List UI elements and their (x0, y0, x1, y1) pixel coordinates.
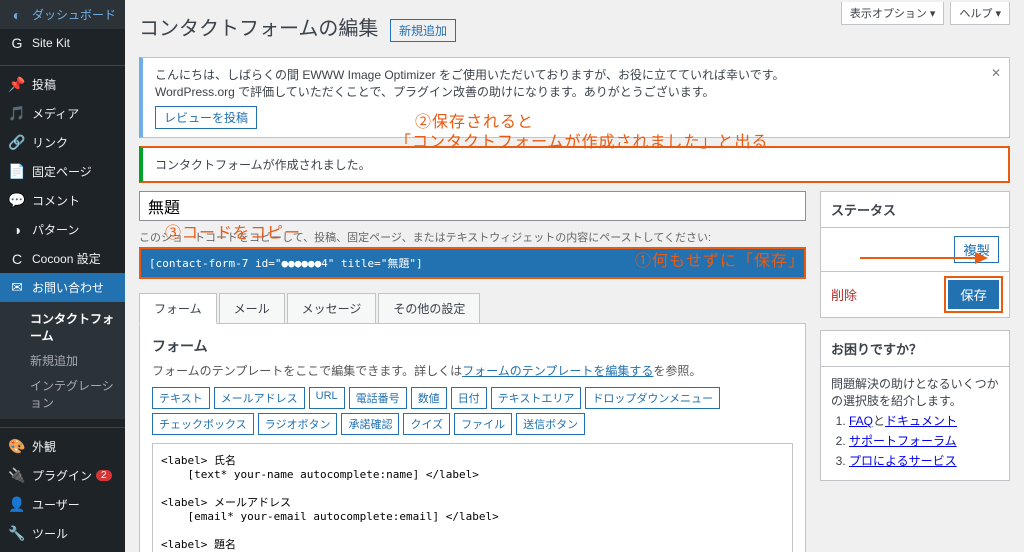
success-notice: コンタクトフォームが作成されました。 (139, 146, 1010, 183)
sidebar-submenu: コンタクトフォーム 新規追加 インテグレーション (0, 302, 125, 419)
help-item-2: サポートフォーラム (849, 432, 999, 449)
wrench-icon: 🔧 (8, 525, 26, 542)
sidebar-item-pages[interactable]: 📄固定ページ (0, 157, 125, 186)
help-tab[interactable]: ヘルプ ▾ (950, 2, 1010, 25)
mail-icon: ✉ (8, 279, 26, 296)
tag-text[interactable]: テキスト (152, 387, 210, 409)
duplicate-button[interactable]: 複製 (954, 236, 999, 263)
tag-radio[interactable]: ラジオボタン (258, 413, 338, 435)
panel-heading: フォーム (152, 336, 793, 356)
plugin-update-badge: 2 (96, 470, 112, 481)
sitekit-icon: G (8, 35, 26, 51)
sidebar-item-plugins[interactable]: 🔌プラグイン2 (0, 461, 125, 490)
admin-sidebar: ◐ダッシュボード GSite Kit 📌投稿 🎵メディア 🔗リンク 📄固定ページ… (0, 0, 125, 552)
tab-messages[interactable]: メッセージ (287, 293, 377, 323)
sidebar-item-dashboard[interactable]: ◐ダッシュボード (0, 0, 125, 29)
help-metabox: お困りですか？ 問題解決の助けとなるいくつかの選択肢を紹介します。 FAQとドキ… (820, 330, 1010, 481)
template-help-link[interactable]: フォームのテンプレートを編集する (462, 364, 653, 378)
save-button[interactable]: 保存 (948, 280, 999, 309)
tab-additional[interactable]: その他の設定 (378, 293, 480, 323)
form-template-editor[interactable] (152, 443, 793, 552)
shortcode-description: このショートコードをコピーして、投稿、固定ページ、またはテキストウィジェットの内… (139, 229, 806, 245)
tag-tel[interactable]: 電話番号 (349, 387, 407, 409)
plugin-icon: 🔌 (8, 467, 26, 484)
sidebar-item-users[interactable]: 👤ユーザー (0, 490, 125, 519)
sidebar-item-tools[interactable]: 🔧ツール (0, 519, 125, 548)
sidebar-item-media[interactable]: 🎵メディア (0, 99, 125, 128)
notice-text-2: WordPress.org で評価していただくことで、プラグイン改善の助けになり… (155, 83, 997, 100)
page-icon: 📄 (8, 163, 26, 180)
user-icon: 👤 (8, 496, 26, 513)
status-metabox: ステータス 複製 削除 保存 (820, 191, 1010, 318)
sidebar-item-cocoon[interactable]: CCocoon 設定 (0, 244, 125, 273)
help-item-3: プロによるサービス (849, 452, 999, 469)
delete-link[interactable]: 削除 (831, 285, 857, 304)
tag-buttons: テキスト メールアドレス URL 電話番号 数値 日付 テキストエリア ドロップ… (152, 387, 793, 435)
tag-url[interactable]: URL (309, 387, 345, 409)
page-title: コンタクトフォームの編集 (139, 4, 378, 49)
editor-tabs: フォーム メール メッセージ その他の設定 (139, 293, 806, 324)
pattern-icon: ◑ (8, 222, 26, 238)
notice-text-1: こんにちは、しばらくの間 EWWW Image Optimizer をご使用いた… (155, 66, 997, 83)
tag-checkbox[interactable]: チェックボックス (152, 413, 254, 435)
tag-submit[interactable]: 送信ボタン (516, 413, 585, 435)
cocoon-icon: C (8, 251, 26, 267)
sidebar-item-posts[interactable]: 📌投稿 (0, 70, 125, 99)
tag-dropdown[interactable]: ドロップダウンメニュー (585, 387, 720, 409)
form-panel: フォーム フォームのテンプレートをここで編集できます。詳しくはフォームのテンプレ… (139, 324, 806, 552)
media-icon: 🎵 (8, 105, 26, 122)
sidebar-item-sitekit[interactable]: GSite Kit (0, 29, 125, 57)
dashboard-icon: ◐ (8, 7, 26, 23)
link-icon: 🔗 (8, 134, 26, 151)
sidebar-item-settings[interactable]: ⚙設定 (0, 548, 125, 552)
tab-mail[interactable]: メール (219, 293, 285, 323)
ewww-notice: こんにちは、しばらくの間 EWWW Image Optimizer をご使用いた… (139, 57, 1010, 138)
sidebar-item-comments[interactable]: 💬コメント (0, 186, 125, 215)
brush-icon: 🎨 (8, 438, 26, 455)
tag-file[interactable]: ファイル (454, 413, 512, 435)
status-heading: ステータス (821, 192, 1009, 228)
tab-form[interactable]: フォーム (139, 293, 217, 324)
docs-link[interactable]: ドキュメント (885, 414, 957, 428)
shortcode-display[interactable]: [contact-form-7 id="●●●●●●4" title="無題"] (139, 247, 806, 279)
pro-link[interactable]: プロによるサービス (849, 454, 957, 468)
help-item-1: FAQとドキュメント (849, 412, 999, 429)
support-link[interactable]: サポートフォーラム (849, 434, 957, 448)
submenu-addnew[interactable]: 新規追加 (30, 348, 125, 373)
faq-link[interactable]: FAQ (849, 414, 873, 428)
sidebar-item-contact[interactable]: ✉お問い合わせ (0, 273, 125, 302)
main-content: 表示オプション ▾ ヘルプ ▾ コンタクトフォームの編集 新規追加 こんにちは、… (125, 0, 1024, 552)
sidebar-item-links[interactable]: 🔗リンク (0, 128, 125, 157)
help-heading: お困りですか？ (821, 331, 1009, 367)
panel-description: フォームのテンプレートをここで編集できます。詳しくはフォームのテンプレートを編集… (152, 362, 793, 379)
pin-icon: 📌 (8, 76, 26, 93)
tag-acceptance[interactable]: 承諾確認 (341, 413, 399, 435)
tag-email[interactable]: メールアドレス (214, 387, 305, 409)
sidebar-item-appearance[interactable]: 🎨外観 (0, 432, 125, 461)
help-text: 問題解決の助けとなるいくつかの選択肢を紹介します。 (831, 375, 999, 409)
form-title-input[interactable] (139, 191, 806, 221)
review-button[interactable]: レビューを投稿 (155, 106, 257, 129)
tag-quiz[interactable]: クイズ (403, 413, 450, 435)
submenu-integration[interactable]: インテグレーション (30, 373, 125, 415)
comment-icon: 💬 (8, 192, 26, 209)
screen-options-tab[interactable]: 表示オプション ▾ (841, 2, 945, 25)
tag-number[interactable]: 数値 (411, 387, 447, 409)
tag-date[interactable]: 日付 (451, 387, 487, 409)
dismiss-notice-icon[interactable]: ✕ (991, 66, 1001, 80)
sidebar-item-patterns[interactable]: ◑パターン (0, 215, 125, 244)
add-new-button[interactable]: 新規追加 (390, 19, 456, 42)
submenu-contactforms[interactable]: コンタクトフォーム (30, 306, 125, 348)
tag-textarea[interactable]: テキストエリア (491, 387, 582, 409)
